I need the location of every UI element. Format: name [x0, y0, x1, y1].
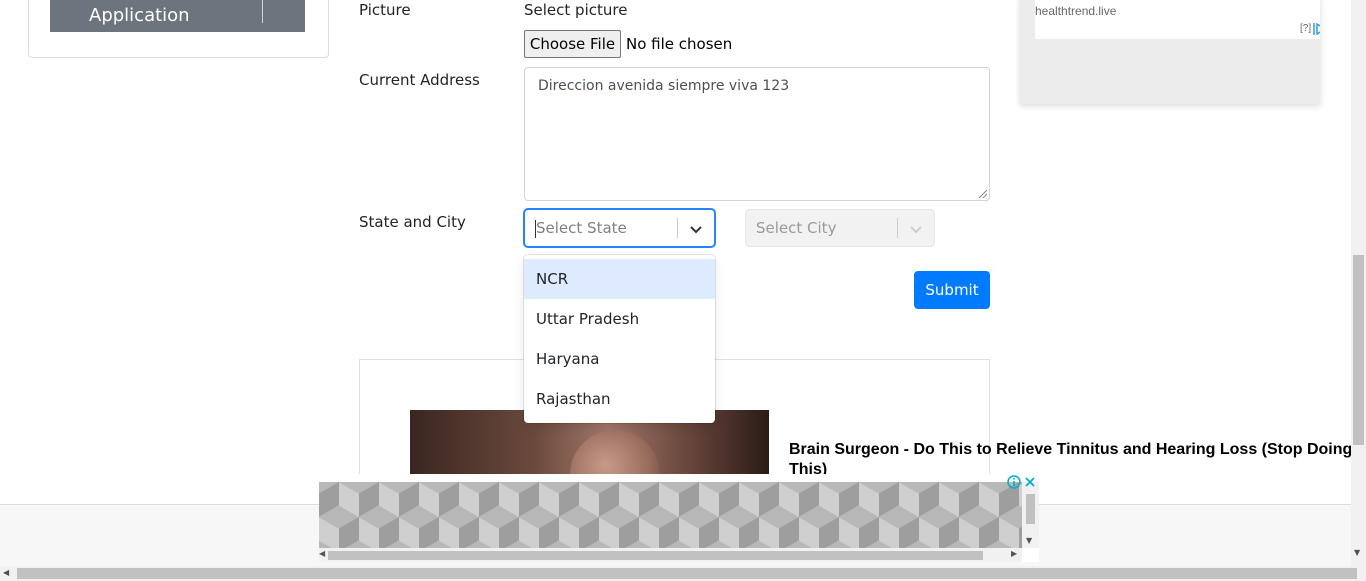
submit-button[interactable]: Submit — [914, 271, 990, 309]
select-picture-label: Select picture — [524, 1, 628, 19]
state-dropdown-menu: NCR Uttar Pradesh Haryana Rajasthan — [524, 255, 715, 423]
city-select[interactable]: Select City — [745, 209, 935, 247]
ad-domain[interactable]: healthtrend.live — [1035, 4, 1116, 18]
indicator-separator — [677, 218, 678, 238]
sidebar-item-label: Book Store Application — [89, 0, 190, 26]
top-right-ad[interactable]: healthtrend.live [?] — [1020, 0, 1320, 104]
sidebar-card: Book Store Application — [28, 0, 329, 58]
page-horizontal-scrollbar[interactable]: ◀ — [0, 566, 1366, 581]
city-select-placeholder: Select City — [756, 219, 837, 237]
page-vertical-scrollbar[interactable]: ▼ — [1351, 0, 1366, 566]
close-icon[interactable] — [1023, 475, 1037, 489]
state-option-haryana[interactable]: Haryana — [524, 339, 715, 379]
scrollbar-thumb[interactable] — [1026, 494, 1035, 524]
sidebar-item-divider — [262, 0, 263, 23]
chevron-down-icon[interactable] — [688, 221, 704, 237]
state-select-placeholder: Select State — [536, 219, 627, 237]
scrollbar-thumb[interactable] — [328, 551, 983, 560]
scrollbar-thumb[interactable] — [1353, 255, 1364, 445]
current-address-textarea[interactable]: Direccion avenida siempre viva 123 — [524, 67, 990, 201]
state-select[interactable]: Select State — [524, 209, 715, 247]
current-address-value: Direccion avenida siempre viva 123 — [538, 78, 790, 94]
sticky-ad-pattern — [319, 482, 1022, 548]
sidebar-item-book-store-application[interactable]: Book Store Application — [50, 0, 305, 32]
indicator-separator — [897, 218, 898, 238]
adchoices-icon[interactable] — [1313, 23, 1320, 35]
state-option-uttar-pradesh[interactable]: Uttar Pradesh — [524, 299, 715, 339]
scrollbar-thumb[interactable] — [17, 568, 1357, 579]
sticky-ad-horizontal-scrollbar[interactable]: ◀ ▶ — [319, 548, 1022, 562]
scroll-left-arrow-icon[interactable]: ◀ — [3, 568, 9, 577]
info-icon[interactable] — [1007, 475, 1021, 489]
choose-file-button[interactable]: Choose File — [524, 30, 621, 58]
sticky-ad[interactable]: ▼ ◀ ▶ — [319, 474, 1039, 562]
chevron-down-icon[interactable] — [908, 221, 924, 237]
scroll-right-arrow-icon[interactable]: ▶ — [1011, 549, 1017, 558]
scroll-down-arrow-icon[interactable]: ▼ — [1026, 536, 1032, 545]
scroll-left-arrow-icon[interactable]: ◀ — [319, 549, 325, 558]
scroll-down-arrow-icon[interactable]: ▼ — [1354, 548, 1360, 557]
download-icon[interactable] — [276, 0, 296, 3]
ad-help-link[interactable]: [?] — [1300, 23, 1311, 34]
picture-label: Picture — [359, 1, 411, 19]
file-status: No file chosen — [626, 35, 733, 53]
state-city-label: State and City — [359, 213, 466, 231]
state-option-ncr[interactable]: NCR — [524, 259, 715, 299]
sticky-ad-vertical-scrollbar[interactable]: ▼ — [1022, 482, 1039, 548]
state-option-rajasthan[interactable]: Rajasthan — [524, 379, 715, 419]
text-cursor — [535, 220, 536, 238]
resize-grip[interactable] — [979, 190, 987, 198]
current-address-label: Current Address — [359, 71, 480, 89]
